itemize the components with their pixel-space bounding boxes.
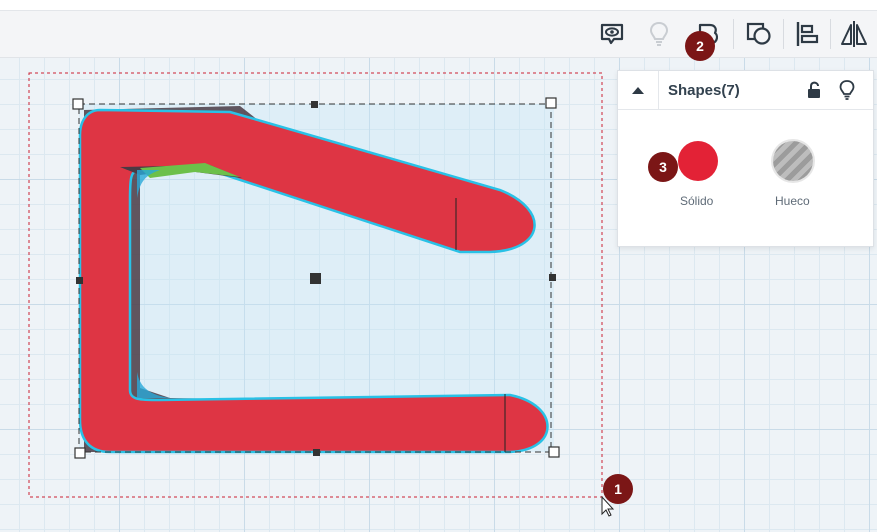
hide-shape-button[interactable] <box>838 79 858 101</box>
corner-handle[interactable] <box>74 447 86 459</box>
solid-color-swatch[interactable] <box>678 141 718 181</box>
shape-outline-icon <box>746 22 771 45</box>
mirror-icon <box>841 21 867 47</box>
caret-up-icon <box>632 87 644 94</box>
panel-title: Shapes(7) <box>668 82 740 99</box>
edge-handle[interactable] <box>311 101 318 108</box>
top-strip <box>0 0 877 11</box>
align-left-icon <box>796 22 819 46</box>
edge-handle[interactable] <box>313 449 320 456</box>
step-badge-3: 3 <box>648 152 678 182</box>
step-badge-2: 2 <box>685 31 715 61</box>
hole-swatch[interactable] <box>773 141 813 181</box>
unlock-button[interactable] <box>805 80 825 100</box>
lightbulb-icon <box>649 21 669 46</box>
hole-label: Hueco <box>775 194 810 208</box>
lightbulb-icon <box>839 80 855 100</box>
toolbar-separator <box>733 19 734 49</box>
panel-header: Shapes(7) <box>618 71 873 110</box>
shape-outline-button[interactable] <box>736 11 782 57</box>
eye-speech-icon <box>600 23 624 45</box>
corner-handle[interactable] <box>548 446 560 458</box>
toggle-lightbulb-button[interactable] <box>636 11 682 57</box>
collapse-panel-button[interactable] <box>618 71 659 109</box>
align-button[interactable] <box>784 11 830 57</box>
unlock-icon <box>808 81 820 98</box>
solid-label: Sólido <box>680 194 714 208</box>
show-all-view-button[interactable] <box>589 11 635 57</box>
edge-handle[interactable] <box>76 277 83 284</box>
corner-handle[interactable] <box>72 98 84 110</box>
toolbar <box>0 11 877 58</box>
step-badge-1: 1 <box>603 474 633 504</box>
corner-handle[interactable] <box>545 97 557 109</box>
edge-handle[interactable] <box>549 274 556 281</box>
center-handle[interactable] <box>310 273 321 284</box>
mirror-button[interactable] <box>831 11 877 57</box>
